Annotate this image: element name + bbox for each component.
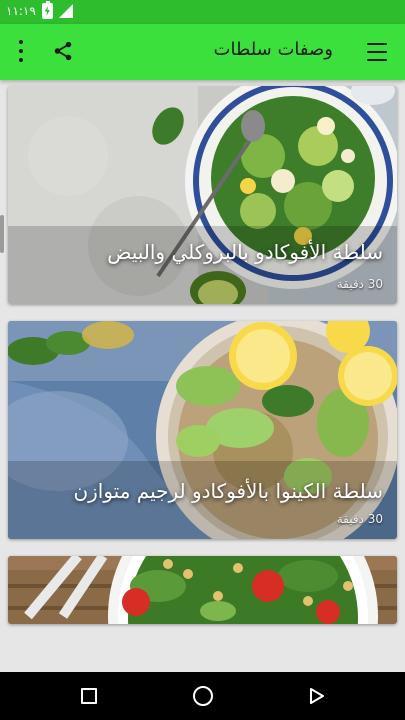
back-icon[interactable] (309, 688, 325, 704)
menu-button[interactable] (367, 43, 387, 61)
home-icon[interactable] (193, 686, 213, 706)
recipe-image (8, 321, 397, 539)
more-options-icon[interactable] (14, 40, 28, 62)
recipe-title: سلطة الكينوا بالأفوكادو لرجيم متوازن (73, 479, 383, 503)
recipe-image (8, 556, 397, 624)
recipe-image (8, 86, 397, 304)
status-bar: ١١:١٩ (0, 0, 405, 24)
recipe-title: سلطة الأفوكادو بالبروكلي والبيض (107, 240, 383, 264)
navigation-bar (0, 672, 405, 720)
recipe-card[interactable]: سلطة الكينوا بالأفوكادو لرجيم متوازن 30 … (8, 321, 397, 539)
scrollbar[interactable] (0, 215, 4, 253)
share-icon[interactable] (52, 40, 74, 62)
recipe-time: 30 دقيقة (336, 277, 383, 291)
status-time: ١١:١٩ (6, 4, 36, 18)
menu-icon (367, 43, 387, 45)
recent-apps-icon[interactable] (81, 688, 97, 704)
recipe-time: 30 دقيقة (336, 512, 383, 526)
signal-icon (58, 4, 73, 18)
battery-icon (41, 1, 53, 19)
page-title: وصفات سلطات (213, 39, 333, 60)
app-bar: وصفات سلطات (0, 24, 405, 80)
recipe-card[interactable] (8, 556, 397, 624)
recipe-card[interactable]: سلطة الأفوكادو بالبروكلي والبيض 30 دقيقة (8, 86, 397, 304)
